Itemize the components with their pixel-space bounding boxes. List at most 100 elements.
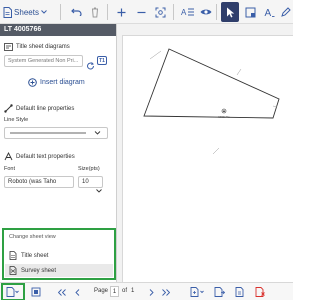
undo-button[interactable] bbox=[69, 2, 83, 22]
diagram-select[interactable]: System Generated Non Pri... bbox=[4, 55, 83, 67]
svg-text:A: A bbox=[181, 8, 187, 17]
pen-icon bbox=[281, 7, 291, 17]
survey-plan-drawing: 6365 Pts bbox=[143, 48, 280, 155]
refresh-diagram-button[interactable] bbox=[86, 57, 95, 75]
line-properties-icon bbox=[4, 104, 13, 113]
survey-sheet-icon bbox=[9, 266, 17, 275]
text-align-icon: A bbox=[181, 8, 194, 17]
change-sheet-view-menu: Change sheet view Title sheet Survey she… bbox=[2, 228, 116, 280]
move-page-button[interactable] bbox=[213, 286, 225, 298]
node-edit-icon bbox=[245, 7, 255, 17]
next-page-button[interactable] bbox=[146, 286, 156, 298]
toolbar-divider bbox=[107, 4, 108, 20]
minus-icon bbox=[137, 11, 145, 13]
insert-diagram-button[interactable]: Insert diagram bbox=[28, 78, 85, 87]
drawing-canvas[interactable]: 6365 Pts bbox=[117, 24, 293, 282]
survey-sheet-page[interactable]: 6365 Pts bbox=[122, 35, 293, 282]
double-chevron-right-icon bbox=[162, 288, 170, 296]
add-text-button[interactable]: A bbox=[262, 2, 276, 22]
toolbar-divider bbox=[60, 4, 61, 20]
title-sheet-icon bbox=[9, 251, 17, 260]
bottom-bar: Page 1 of 1 bbox=[0, 282, 293, 300]
text-tool-icon: A bbox=[264, 8, 274, 18]
of-label: of bbox=[122, 288, 128, 294]
sheets-label: Sheets bbox=[14, 7, 39, 17]
layers-icon bbox=[31, 287, 41, 297]
chevron-down-icon bbox=[41, 10, 47, 14]
title-sheet-label: Title sheet bbox=[21, 252, 49, 259]
pen-tool-button[interactable] bbox=[280, 2, 292, 22]
zoom-extent-button[interactable] bbox=[153, 2, 167, 22]
select-tool-button[interactable] bbox=[221, 2, 239, 22]
eye-icon bbox=[200, 9, 212, 15]
line-properties-section: Default line properties bbox=[4, 104, 74, 113]
dimension-tick bbox=[149, 50, 162, 60]
refresh-icon bbox=[87, 62, 95, 70]
text-properties-icon bbox=[4, 152, 13, 161]
copy-page-icon bbox=[235, 287, 243, 297]
text-properties-section: Default text properties bbox=[4, 152, 75, 161]
diagrams-section-label: Title sheet diagrams bbox=[16, 44, 70, 50]
change-sheet-view-title: Change sheet view bbox=[9, 234, 56, 240]
move-page-icon bbox=[214, 287, 225, 297]
sheet-view-toggle[interactable] bbox=[5, 286, 19, 298]
cursor-icon bbox=[226, 7, 234, 17]
chevron-left-icon bbox=[74, 288, 79, 296]
sheet-file-icon bbox=[3, 6, 13, 18]
main-toolbar: Sheets A A bbox=[0, 0, 293, 24]
diagram-icon bbox=[4, 43, 13, 51]
last-page-button[interactable] bbox=[160, 286, 172, 298]
font-label: Font bbox=[4, 166, 16, 172]
panel-header: LT 4005766 bbox=[0, 24, 116, 36]
parcel-label-arrow bbox=[223, 109, 225, 112]
delete-page-button[interactable] bbox=[254, 286, 266, 298]
toolbar-divider bbox=[173, 4, 174, 20]
font-size-dropdown[interactable] bbox=[96, 180, 102, 198]
delete-page-icon bbox=[255, 287, 265, 297]
chevron-down-icon bbox=[96, 189, 102, 193]
font-size-label: Size(pts) bbox=[78, 166, 100, 172]
page-label: Page bbox=[94, 288, 109, 294]
text-properties-label: Default text properties bbox=[16, 153, 75, 160]
dimension-tick bbox=[212, 147, 220, 155]
insert-icon bbox=[28, 78, 37, 87]
toolbar-divider bbox=[216, 4, 217, 20]
copy-page-button[interactable] bbox=[234, 286, 246, 298]
zoom-extent-icon bbox=[155, 7, 165, 17]
add-page-icon bbox=[190, 287, 204, 297]
add-page-menu-button[interactable] bbox=[188, 286, 206, 298]
chevron-right-icon bbox=[149, 288, 154, 296]
previous-page-button[interactable] bbox=[72, 286, 82, 298]
move-node-button[interactable] bbox=[243, 2, 257, 22]
font-select[interactable]: Roboto (was Taho bbox=[4, 176, 74, 188]
dimension-tick bbox=[236, 68, 242, 76]
insert-diagram-label: Insert diagram bbox=[40, 79, 85, 86]
double-chevron-left-icon bbox=[58, 288, 66, 296]
zoom-in-button[interactable] bbox=[114, 2, 128, 22]
line-properties-label: Default line properties bbox=[16, 105, 75, 112]
trash-icon bbox=[92, 7, 98, 17]
line-style-select[interactable] bbox=[4, 127, 108, 139]
diagram-badge: T1 bbox=[97, 56, 107, 65]
menu-item-survey-sheet[interactable]: Survey sheet bbox=[5, 264, 113, 277]
parcel-label-text: 6365 Pts bbox=[218, 115, 230, 119]
font-size-value: 10 bbox=[82, 179, 89, 185]
sheets-menu-button[interactable]: Sheets bbox=[3, 2, 47, 22]
first-page-button[interactable] bbox=[56, 286, 68, 298]
sheet-layers-button[interactable] bbox=[30, 286, 42, 298]
visibility-button[interactable] bbox=[199, 2, 213, 22]
plus-icon bbox=[117, 8, 125, 16]
text-settings-button[interactable]: A bbox=[179, 2, 195, 22]
solid-line-preview bbox=[10, 131, 101, 135]
undo-icon bbox=[70, 8, 82, 16]
zoom-out-button[interactable] bbox=[134, 2, 148, 22]
sheet-view-icon bbox=[6, 287, 19, 297]
current-page-input[interactable]: 1 bbox=[110, 286, 119, 297]
delete-button[interactable] bbox=[88, 2, 102, 22]
total-pages: 1 bbox=[131, 288, 135, 294]
survey-sheet-label: Survey sheet bbox=[21, 267, 57, 274]
menu-item-title-sheet[interactable]: Title sheet bbox=[5, 249, 113, 262]
title-sheet-diagrams-section: Title sheet diagrams bbox=[4, 43, 70, 51]
parcel-boundary bbox=[143, 48, 280, 119]
line-style-label: Line Style bbox=[4, 117, 29, 123]
